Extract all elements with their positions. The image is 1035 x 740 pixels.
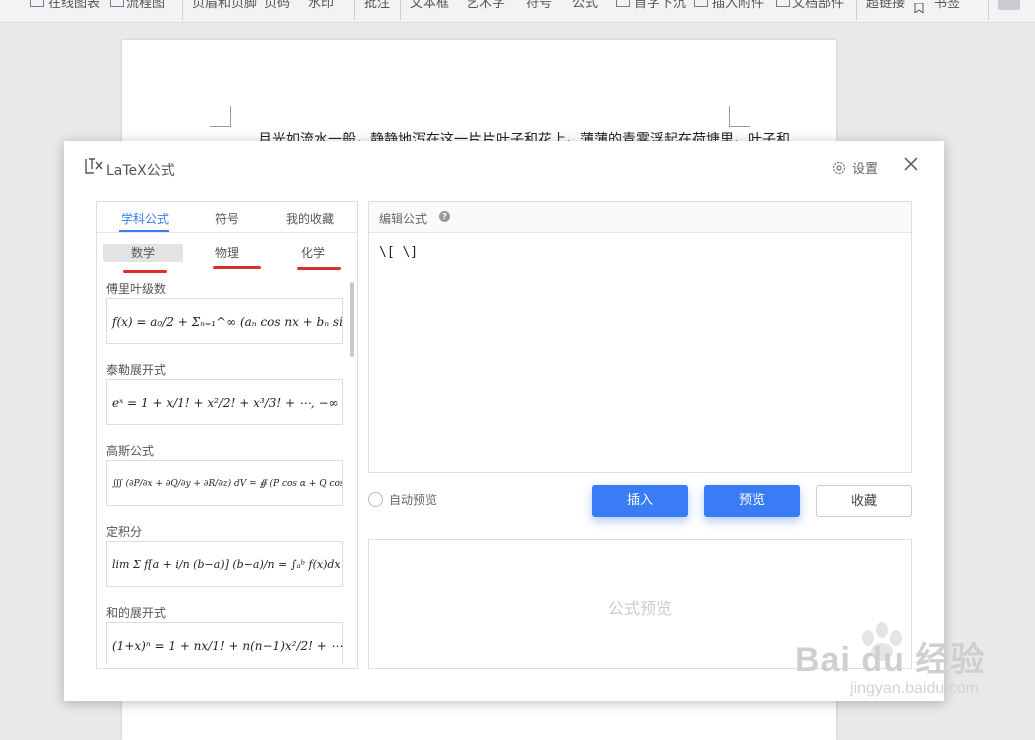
subtab-math[interactable]: 数学 (103, 244, 183, 262)
formula-card-taylor[interactable]: eˣ = 1 + x/1! + x²/2! + x³/3! + ⋯, −∞ < … (106, 379, 343, 425)
toolbar-formula[interactable]: 公式 (572, 0, 598, 11)
settings-button[interactable]: 设置 (832, 158, 878, 177)
editor-label: 编辑公式 (379, 212, 428, 226)
dialog-title: LaTeX公式 (106, 163, 175, 179)
toolbar-comment[interactable]: 批注 (364, 0, 390, 11)
crop-mark (210, 106, 231, 127)
toolbar-separator (988, 0, 989, 20)
toolbar-doc-parts[interactable]: 文档部件 (792, 0, 844, 11)
formula-label: 和的展开式 (106, 606, 167, 620)
red-underline-annotation (213, 266, 261, 269)
favorite-button[interactable]: 收藏 (816, 485, 912, 517)
flowchart-icon (110, 0, 124, 7)
tab-symbols[interactable]: 符号 (215, 210, 239, 227)
attachment-icon (694, 0, 708, 7)
formula-label: 泰勒展开式 (106, 363, 167, 377)
bookmark-icon (914, 0, 924, 14)
latex-logo-icon (85, 158, 103, 174)
gear-icon (832, 161, 846, 174)
toolbar-bookmark[interactable]: 书签 (934, 0, 960, 11)
help-icon[interactable]: ? (439, 211, 450, 222)
active-tab-indicator (119, 230, 169, 232)
formula-editor: 编辑公式 ? (368, 201, 912, 473)
watermark-url: jingyan.baidu.com (850, 680, 979, 697)
editor-header: 编辑公式 ? (369, 202, 911, 233)
watermark-text: Bai du 经验 (795, 641, 986, 679)
settings-label: 设置 (852, 162, 879, 177)
chart-icon (30, 0, 44, 7)
toolbar-textbox[interactable]: 文本框 (410, 0, 449, 11)
toolbar-separator (400, 0, 401, 20)
formula-label: 傅里叶级数 (106, 282, 167, 296)
autopreview-option[interactable]: 自动预览 (368, 491, 437, 508)
formula-card-binomial[interactable]: (1+x)ⁿ = 1 + nx/1! + n(n−1)x²/2! + ⋯ (106, 622, 343, 664)
tab-subject-formulas[interactable]: 学科公式 (121, 210, 169, 227)
toolbar-hyperlink[interactable]: 超链接 (866, 0, 905, 11)
formula-card-definite-integral[interactable]: lim Σ f[a + i/n (b−a)] (b−a)/n = ∫ₐᵇ f(x… (106, 541, 343, 587)
preview-button[interactable]: 预览 (704, 485, 800, 517)
toolbar-flowchart[interactable]: 流程图 (126, 0, 165, 11)
crop-mark (729, 106, 750, 127)
subtab-physics[interactable]: 物理 (203, 244, 251, 262)
toolbar-symbol[interactable]: 符号 (526, 0, 552, 11)
formula-label: 定积分 (106, 525, 143, 539)
ribbon-toolbar: 在线图表 流程图 页眉和页脚 页码 水印 批注 文本框 艺术字 符号 公式 首字… (0, 0, 1035, 23)
toolbar-separator (856, 0, 857, 20)
toolbar-online-chart[interactable]: 在线图表 (48, 0, 100, 11)
formula-card-gauss[interactable]: ∭ (∂P/∂x + ∂Q/∂y + ∂R/∂z) dV = ∯ (P cos … (106, 460, 343, 506)
formula-list: 傅里叶级数 f(x) = a₀/2 + Σₙ₌₁^∞ (aₙ cos nx + … (97, 272, 355, 664)
toolbar-wordart[interactable]: 艺术字 (466, 0, 505, 11)
toolbar-attachment[interactable]: 插入附件 (712, 0, 764, 11)
formula-list-scrollbar[interactable] (350, 282, 354, 357)
red-underline-annotation (297, 267, 341, 270)
formula-card-fourier[interactable]: f(x) = a₀/2 + Σₙ₌₁^∞ (aₙ cos nx + bₙ sin… (106, 298, 343, 344)
insert-button[interactable]: 插入 (592, 485, 688, 517)
toolbar-separator (354, 0, 355, 20)
latex-input[interactable] (369, 233, 911, 471)
autopreview-label: 自动预览 (389, 493, 438, 507)
toolbar-separator (182, 0, 183, 20)
toolbar-page-number[interactable]: 页码 (264, 0, 290, 11)
autopreview-radio[interactable] (368, 492, 383, 507)
close-icon[interactable] (902, 155, 920, 173)
toolbar-watermark[interactable]: 水印 (308, 0, 334, 11)
subtab-chemistry[interactable]: 化学 (289, 244, 337, 262)
toolbar-dropcap[interactable]: 首字下沉 (634, 0, 686, 11)
toolbar-header-footer[interactable]: 页眉和页脚 (192, 0, 257, 11)
tab-my-favorites[interactable]: 我的收藏 (286, 210, 334, 227)
formula-label: 高斯公式 (106, 444, 155, 458)
view-toggle-button[interactable] (998, 0, 1020, 10)
formula-library-panel: 学科公式 符号 我的收藏 数学 物理 化学 傅里叶级数 f(x) = a₀/2 … (96, 201, 358, 669)
doc-part-icon (776, 0, 790, 7)
library-tabs: 学科公式 符号 我的收藏 (97, 202, 357, 233)
dropcap-icon (616, 0, 630, 7)
